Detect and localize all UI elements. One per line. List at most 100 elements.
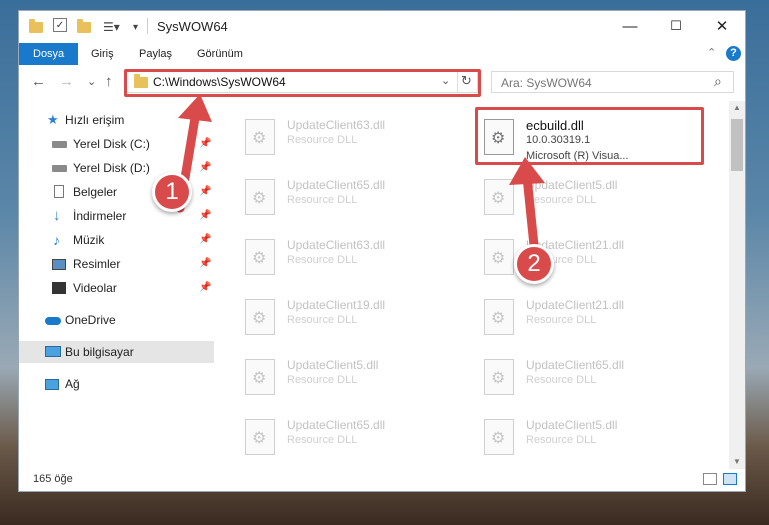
sidebar-item-label: Resimler <box>73 257 121 271</box>
star-icon: ★ <box>47 112 59 127</box>
sidebar-item-label: OneDrive <box>65 313 116 327</box>
file-item[interactable]: UpdateClient21.dll Resource DLL <box>476 293 701 343</box>
sidebar-item-label: Hızlı erişim <box>65 113 125 127</box>
scrollbar-thumb[interactable] <box>731 119 743 171</box>
file-description: Resource DLL <box>287 254 358 266</box>
file-item[interactable]: UpdateClient65.dll Resource DLL <box>237 413 462 463</box>
pictures-icon <box>52 259 66 270</box>
file-name: UpdateClient65.dll <box>526 358 625 372</box>
file-description: Resource DLL <box>287 374 358 386</box>
dll-file-icon <box>484 299 514 335</box>
minimize-button[interactable]: — <box>607 11 653 41</box>
file-description: Resource DLL <box>526 374 597 386</box>
sidebar-item-label: Videolar <box>73 281 117 295</box>
sidebar-item-label: Yerel Disk (D:) <box>73 161 150 175</box>
folder-icon <box>29 18 43 36</box>
file-item[interactable]: UpdateClient5.dll Resource DLL <box>476 413 701 463</box>
document-icon <box>54 185 64 198</box>
properties-icon[interactable]: ✓ <box>53 18 67 32</box>
file-name: UpdateClient65.dll <box>287 418 386 432</box>
new-folder-icon[interactable] <box>77 18 91 36</box>
scroll-up-icon[interactable]: ▲ <box>733 103 741 112</box>
scroll-down-icon[interactable]: ▼ <box>733 457 741 466</box>
file-description: Resource DLL <box>526 314 597 326</box>
sidebar-item-label: Belgeler <box>73 185 118 199</box>
tab-giris[interactable]: Giriş <box>77 43 128 65</box>
ribbon-collapse-icon[interactable]: ⌃ <box>707 46 716 59</box>
download-icon: ↓ <box>53 207 61 224</box>
dll-file-icon <box>484 419 514 455</box>
file-name: UpdateClient19.dll <box>287 298 386 312</box>
file-name: UpdateClient5.dll <box>526 418 618 432</box>
file-description: Resource DLL <box>287 194 358 206</box>
pin-icon[interactable]: 📌 <box>199 277 211 299</box>
sidebar-item-network[interactable]: Ağ <box>19 373 214 395</box>
step-2-badge: 2 <box>514 244 554 284</box>
sidebar-item-resimler[interactable]: Resimler 📌 <box>19 253 214 275</box>
file-item[interactable]: UpdateClient65.dll Resource DLL <box>237 173 462 223</box>
cloud-icon <box>45 317 61 325</box>
tiles-view-icon[interactable] <box>723 473 737 485</box>
title-separator <box>147 18 148 34</box>
file-name: UpdateClient63.dll <box>287 238 386 252</box>
file-name: UpdateClient21.dll <box>526 298 625 312</box>
dll-file-icon <box>245 299 275 335</box>
file-item[interactable]: UpdateClient5.dll Resource DLL <box>237 353 462 403</box>
file-name: UpdateClient63.dll <box>287 118 386 132</box>
title-bar: ✓ ☰▾ ▾ SysWOW64 — ☐ ✕ <box>19 11 745 43</box>
dll-file-icon <box>245 239 275 275</box>
sidebar-item-label: Bu bilgisayar <box>65 345 134 359</box>
music-icon: ♪ <box>53 232 60 248</box>
tab-dosya[interactable]: Dosya <box>19 43 79 65</box>
file-description: Resource DLL <box>287 434 358 446</box>
search-input[interactable]: Ara: SysWOW64 <box>501 76 592 90</box>
sidebar-item-label: Müzik <box>73 233 105 247</box>
explorer-window: ✓ ☰▾ ▾ SysWOW64 — ☐ ✕ Dosya Giriş Paylaş… <box>18 10 746 492</box>
file-description: Resource DLL <box>287 134 358 146</box>
file-name: UpdateClient5.dll <box>287 358 379 372</box>
file-name: UpdateClient65.dll <box>287 178 386 192</box>
tab-paylas[interactable]: Paylaş <box>125 43 186 65</box>
video-icon <box>52 282 66 294</box>
tab-gorunum[interactable]: Görünüm <box>183 43 257 65</box>
toolbar-dropdown-icon[interactable]: ▾ <box>133 18 138 36</box>
dll-file-icon <box>245 419 275 455</box>
details-view-icon[interactable] <box>703 473 717 485</box>
file-item[interactable]: UpdateClient65.dll Resource DLL <box>476 353 701 403</box>
up-button[interactable]: ↑ <box>105 73 113 90</box>
window-title: SysWOW64 <box>157 19 228 34</box>
sidebar-item-videolar[interactable]: Videolar 📌 <box>19 277 214 299</box>
file-description: Resource DLL <box>287 314 358 326</box>
ribbon-tabs: Dosya Giriş Paylaş Görünüm ⌃ ? <box>19 43 745 65</box>
sidebar-item-onedrive[interactable]: OneDrive <box>19 309 214 331</box>
step-1-badge: 1 <box>152 172 192 212</box>
drive-icon <box>52 141 67 148</box>
pin-icon[interactable]: 📌 <box>199 253 211 275</box>
drive-icon <box>52 165 67 172</box>
file-description: Resource DLL <box>526 434 597 446</box>
sidebar-item-label: Yerel Disk (C:) <box>73 137 150 151</box>
help-icon[interactable]: ? <box>726 46 741 61</box>
pin-icon[interactable]: 📌 <box>199 229 211 251</box>
file-item[interactable]: UpdateClient63.dll Resource DLL <box>237 233 462 283</box>
dll-file-icon <box>245 359 275 395</box>
customize-toolbar-icon[interactable]: ☰▾ <box>103 18 120 36</box>
forward-button[interactable]: → <box>59 73 74 90</box>
dll-file-icon <box>245 119 275 155</box>
sidebar-item-muzik[interactable]: ♪ Müzik 📌 <box>19 229 214 251</box>
dll-file-icon <box>484 359 514 395</box>
vertical-scrollbar[interactable]: ▲ ▼ <box>729 101 745 469</box>
item-count: 165 öğe <box>33 473 73 485</box>
recent-locations-button[interactable]: ⌄ <box>87 75 96 88</box>
sidebar-item-label: İndirmeler <box>73 209 127 223</box>
file-item[interactable]: UpdateClient63.dll Resource DLL <box>237 113 462 163</box>
search-box[interactable]: Ara: SysWOW64 ⌕ <box>491 71 734 93</box>
maximize-button[interactable]: ☐ <box>653 11 699 41</box>
computer-icon <box>45 346 61 357</box>
back-button[interactable]: ← <box>31 73 46 90</box>
sidebar-item-this-pc[interactable]: Bu bilgisayar <box>19 341 214 363</box>
search-icon[interactable]: ⌕ <box>714 73 722 90</box>
close-button[interactable]: ✕ <box>699 11 745 41</box>
file-item[interactable]: UpdateClient19.dll Resource DLL <box>237 293 462 343</box>
status-bar: 165 öğe <box>19 469 745 491</box>
